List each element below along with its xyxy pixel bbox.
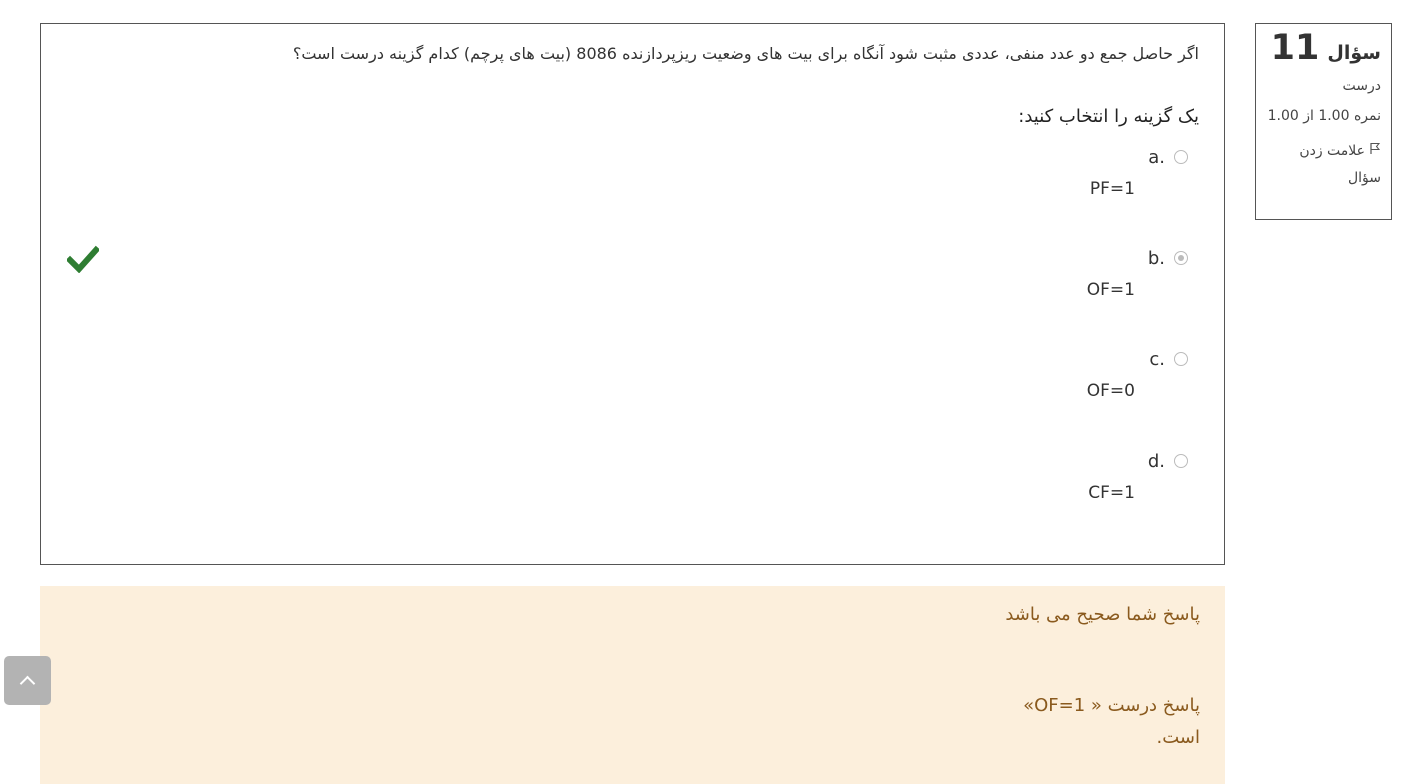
option-a-value: PF=1 <box>1089 179 1135 199</box>
flag-icon <box>1369 138 1381 165</box>
option-b-value: OF=1 <box>1086 280 1135 300</box>
option-d-value: CF=1 <box>1088 483 1135 503</box>
option-c-value: OF=0 <box>1086 381 1135 401</box>
general-feedback: پاسخ شما صحیح می باشد <box>1005 604 1200 625</box>
question-info-panel: سؤال 11 درست نمره 1.00 از 1.00 علامت زدن… <box>1255 23 1392 220</box>
option-a-radio[interactable] <box>1174 150 1188 164</box>
flag-question-toggle[interactable]: علامت زدن سؤال <box>1266 138 1381 192</box>
question-state: درست <box>1342 78 1381 94</box>
question-content: اگر حاصل جمع دو عدد منفی، عددی مثبت شود … <box>40 23 1225 565</box>
option-d-radio[interactable] <box>1174 454 1188 468</box>
option-a-letter: a. <box>1148 146 1165 168</box>
option-c-letter: c. <box>1149 348 1165 370</box>
right-answer: پاسخ درست « OF=1» است. <box>1023 695 1200 748</box>
option-c[interactable]: c. OF=0 <box>1028 347 1188 417</box>
question-heading: سؤال 11 <box>1266 28 1381 68</box>
option-b[interactable]: b. OF=1 <box>1028 246 1188 316</box>
question-grade: نمره 1.00 از 1.00 <box>1267 108 1381 124</box>
option-b-radio[interactable] <box>1174 251 1188 265</box>
chevron-up-icon <box>19 675 36 691</box>
answer-prompt: یک گزینه را انتخاب کنید: <box>1018 106 1199 127</box>
option-b-letter: b. <box>1147 247 1165 269</box>
option-a[interactable]: a. PF=1 <box>1028 145 1188 215</box>
question-text: اگر حاصل جمع دو عدد منفی، عددی مثبت شود … <box>292 44 1199 63</box>
question-number: 11 <box>1270 28 1320 68</box>
back-to-top-button[interactable] <box>4 656 51 705</box>
option-c-radio[interactable] <box>1174 352 1188 366</box>
feedback-panel: پاسخ شما صحیح می باشد پاسخ درست « OF=1» … <box>40 586 1225 784</box>
question-label: سؤال <box>1327 42 1381 64</box>
check-icon <box>65 245 101 274</box>
option-d[interactable]: d. CF=1 <box>1028 449 1188 519</box>
option-d-letter: d. <box>1147 450 1165 472</box>
